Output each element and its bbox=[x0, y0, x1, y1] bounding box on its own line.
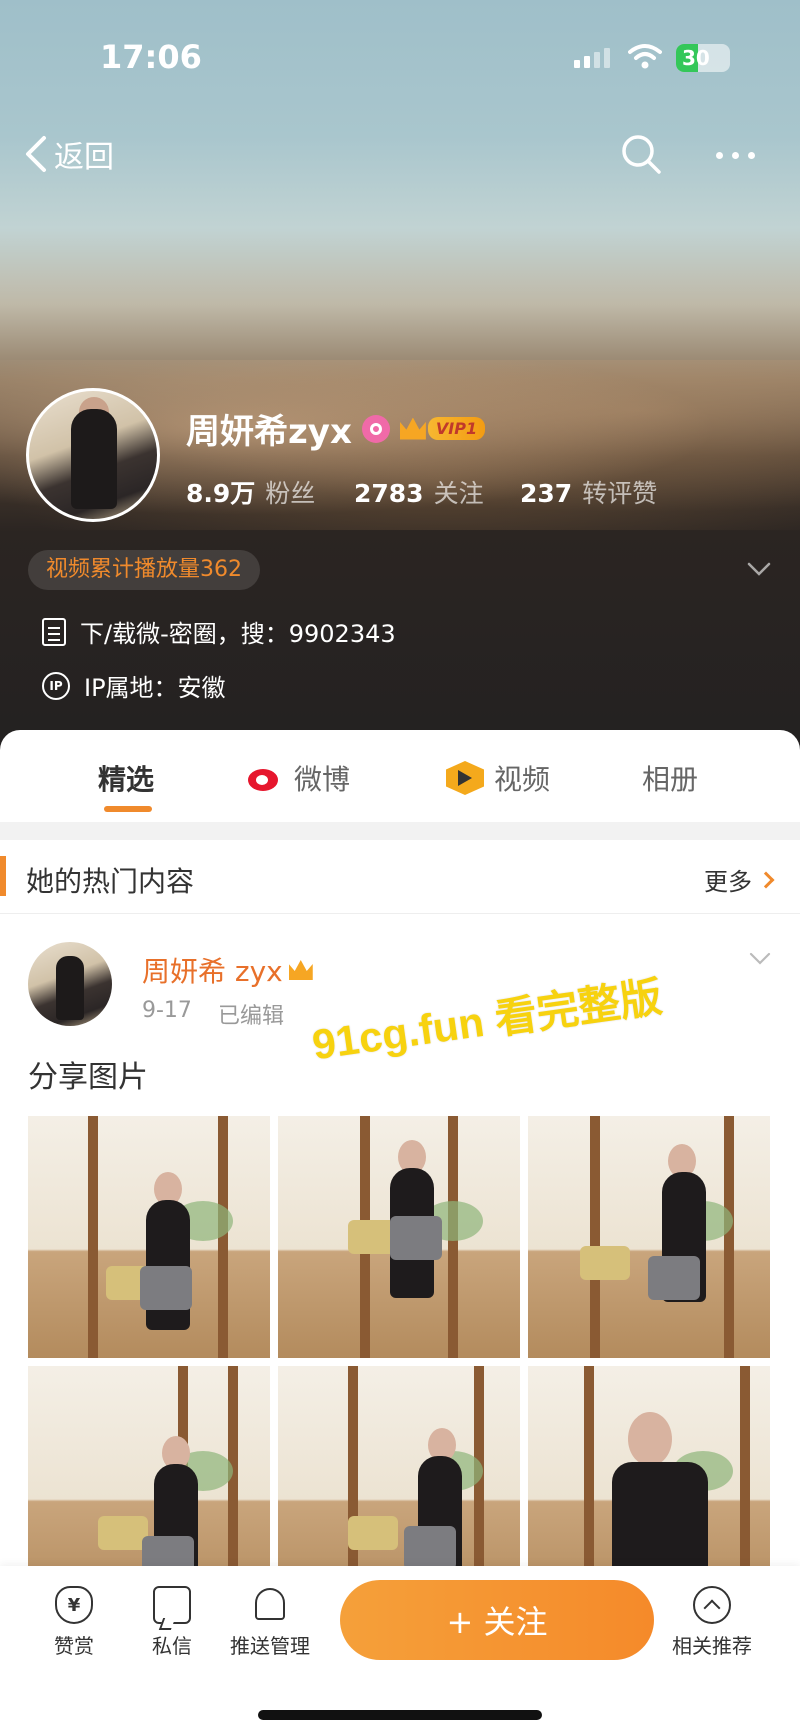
search-icon[interactable] bbox=[620, 133, 662, 175]
tab-active-indicator bbox=[104, 806, 152, 812]
tab-label: 微博 bbox=[294, 763, 351, 796]
stat-following[interactable]: 2783 关注 bbox=[354, 474, 520, 510]
tab-label: 视频 bbox=[494, 763, 551, 796]
post-author[interactable]: 周妍希 zyx bbox=[142, 950, 313, 990]
stat-value: 8.9万 bbox=[186, 479, 256, 508]
yen-icon: ¥ bbox=[55, 1586, 93, 1624]
section-divider bbox=[0, 822, 800, 840]
video-icon bbox=[446, 761, 484, 795]
more-label: 更多 bbox=[704, 868, 752, 896]
super-topic-icon[interactable] bbox=[361, 414, 390, 443]
document-icon bbox=[42, 617, 66, 646]
crown-icon bbox=[288, 960, 313, 980]
profile-name-row: 周妍希zyx VIP1 bbox=[186, 404, 486, 453]
post-text: 分享图片 bbox=[28, 1060, 148, 1095]
reward-button[interactable]: ¥ 赞赏 bbox=[54, 1586, 94, 1659]
profile-name: 周妍希zyx bbox=[186, 412, 352, 452]
stat-value: 237 bbox=[520, 479, 573, 508]
photo-thumbnail[interactable] bbox=[528, 1116, 770, 1358]
profile-stats: 8.9万 粉丝 2783 关注 237 转评赞 bbox=[186, 474, 657, 510]
post-author-name: 周妍希 zyx bbox=[142, 955, 283, 988]
push-settings-label: 推送管理 bbox=[230, 1634, 310, 1658]
profile-bio: 下/载微-密圈，搜：9902343 bbox=[42, 614, 396, 649]
stat-label: 转评赞 bbox=[582, 479, 658, 508]
tab-featured[interactable]: 精选 bbox=[98, 758, 154, 798]
ip-location-text: IP属地：安徽 bbox=[84, 674, 226, 702]
up-circle-icon bbox=[693, 1586, 731, 1624]
watermark-text: 91cg.fun 看完整版 bbox=[309, 972, 665, 1069]
stat-fans[interactable]: 8.9万 粉丝 bbox=[186, 474, 354, 510]
post-meta: 9-17 已编辑 bbox=[142, 998, 284, 1030]
tab-label: 精选 bbox=[98, 763, 155, 796]
back-button[interactable]: 返回 bbox=[22, 132, 114, 176]
bell-icon bbox=[251, 1586, 289, 1624]
post-avatar[interactable] bbox=[28, 942, 112, 1026]
stat-value: 2783 bbox=[354, 479, 424, 508]
bio-text: 下/载微-密圈，搜：9902343 bbox=[80, 620, 396, 648]
chevron-down-icon[interactable] bbox=[746, 556, 772, 582]
vip-badge[interactable]: VIP1 bbox=[399, 417, 486, 440]
message-button[interactable]: 私信 bbox=[152, 1586, 192, 1659]
related-recommend-label: 相关推荐 bbox=[672, 1634, 752, 1658]
photo-thumbnail[interactable] bbox=[28, 1116, 270, 1358]
profile-avatar[interactable] bbox=[26, 388, 160, 522]
photo-grid bbox=[28, 1116, 772, 1608]
crown-icon bbox=[399, 417, 426, 440]
post-date: 9-17 bbox=[142, 998, 192, 1023]
stat-label: 关注 bbox=[433, 479, 484, 508]
status-bar: 17:06 30 bbox=[0, 0, 800, 110]
status-time: 17:06 bbox=[100, 38, 202, 76]
wifi-icon bbox=[628, 44, 662, 69]
stat-interactions[interactable]: 237 转评赞 bbox=[520, 474, 657, 510]
post-edited: 已编辑 bbox=[217, 1004, 284, 1029]
ip-icon: IP bbox=[42, 671, 70, 700]
follow-button[interactable]: + 关注 bbox=[340, 1580, 654, 1660]
home-indicator bbox=[258, 1710, 542, 1720]
stat-label: 粉丝 bbox=[265, 479, 316, 508]
more-options-icon[interactable] bbox=[716, 140, 764, 170]
tab-weibo[interactable]: 微博 bbox=[246, 758, 350, 798]
related-recommend-button[interactable]: 相关推荐 bbox=[672, 1586, 752, 1659]
profile-ip-location: IP IP属地：安徽 bbox=[42, 668, 226, 703]
signal-icon bbox=[574, 48, 610, 68]
tab-label: 相册 bbox=[642, 763, 699, 796]
reward-label: 赞赏 bbox=[54, 1634, 94, 1658]
weibo-icon bbox=[246, 763, 284, 793]
tab-album[interactable]: 相册 bbox=[642, 758, 698, 798]
message-label: 私信 bbox=[152, 1634, 192, 1658]
hot-content-title: 她的热门内容 bbox=[26, 865, 195, 898]
push-settings-button[interactable]: 推送管理 bbox=[230, 1586, 310, 1659]
hot-content-header: 她的热门内容 更多 bbox=[0, 840, 800, 914]
profile-tabs: 精选 微博 视频 相册 bbox=[0, 730, 800, 822]
chevron-right-icon bbox=[757, 871, 775, 888]
section-accent-bar bbox=[0, 856, 6, 896]
chat-icon bbox=[153, 1586, 191, 1624]
bottom-action-bar: ¥ 赞赏 私信 推送管理 + 关注 相关推荐 bbox=[0, 1566, 800, 1736]
vip-label: VIP1 bbox=[427, 417, 486, 440]
chevron-left-icon bbox=[26, 136, 46, 172]
back-label: 返回 bbox=[54, 140, 114, 175]
battery-icon: 30 bbox=[676, 44, 730, 72]
photo-thumbnail[interactable] bbox=[278, 1116, 520, 1358]
tab-video[interactable]: 视频 bbox=[446, 758, 550, 798]
video-plays-badge[interactable]: 视频累计播放量362 bbox=[28, 550, 260, 590]
chevron-down-icon[interactable] bbox=[748, 946, 772, 970]
more-link[interactable]: 更多 bbox=[704, 862, 775, 897]
battery-level: 30 bbox=[682, 46, 710, 70]
